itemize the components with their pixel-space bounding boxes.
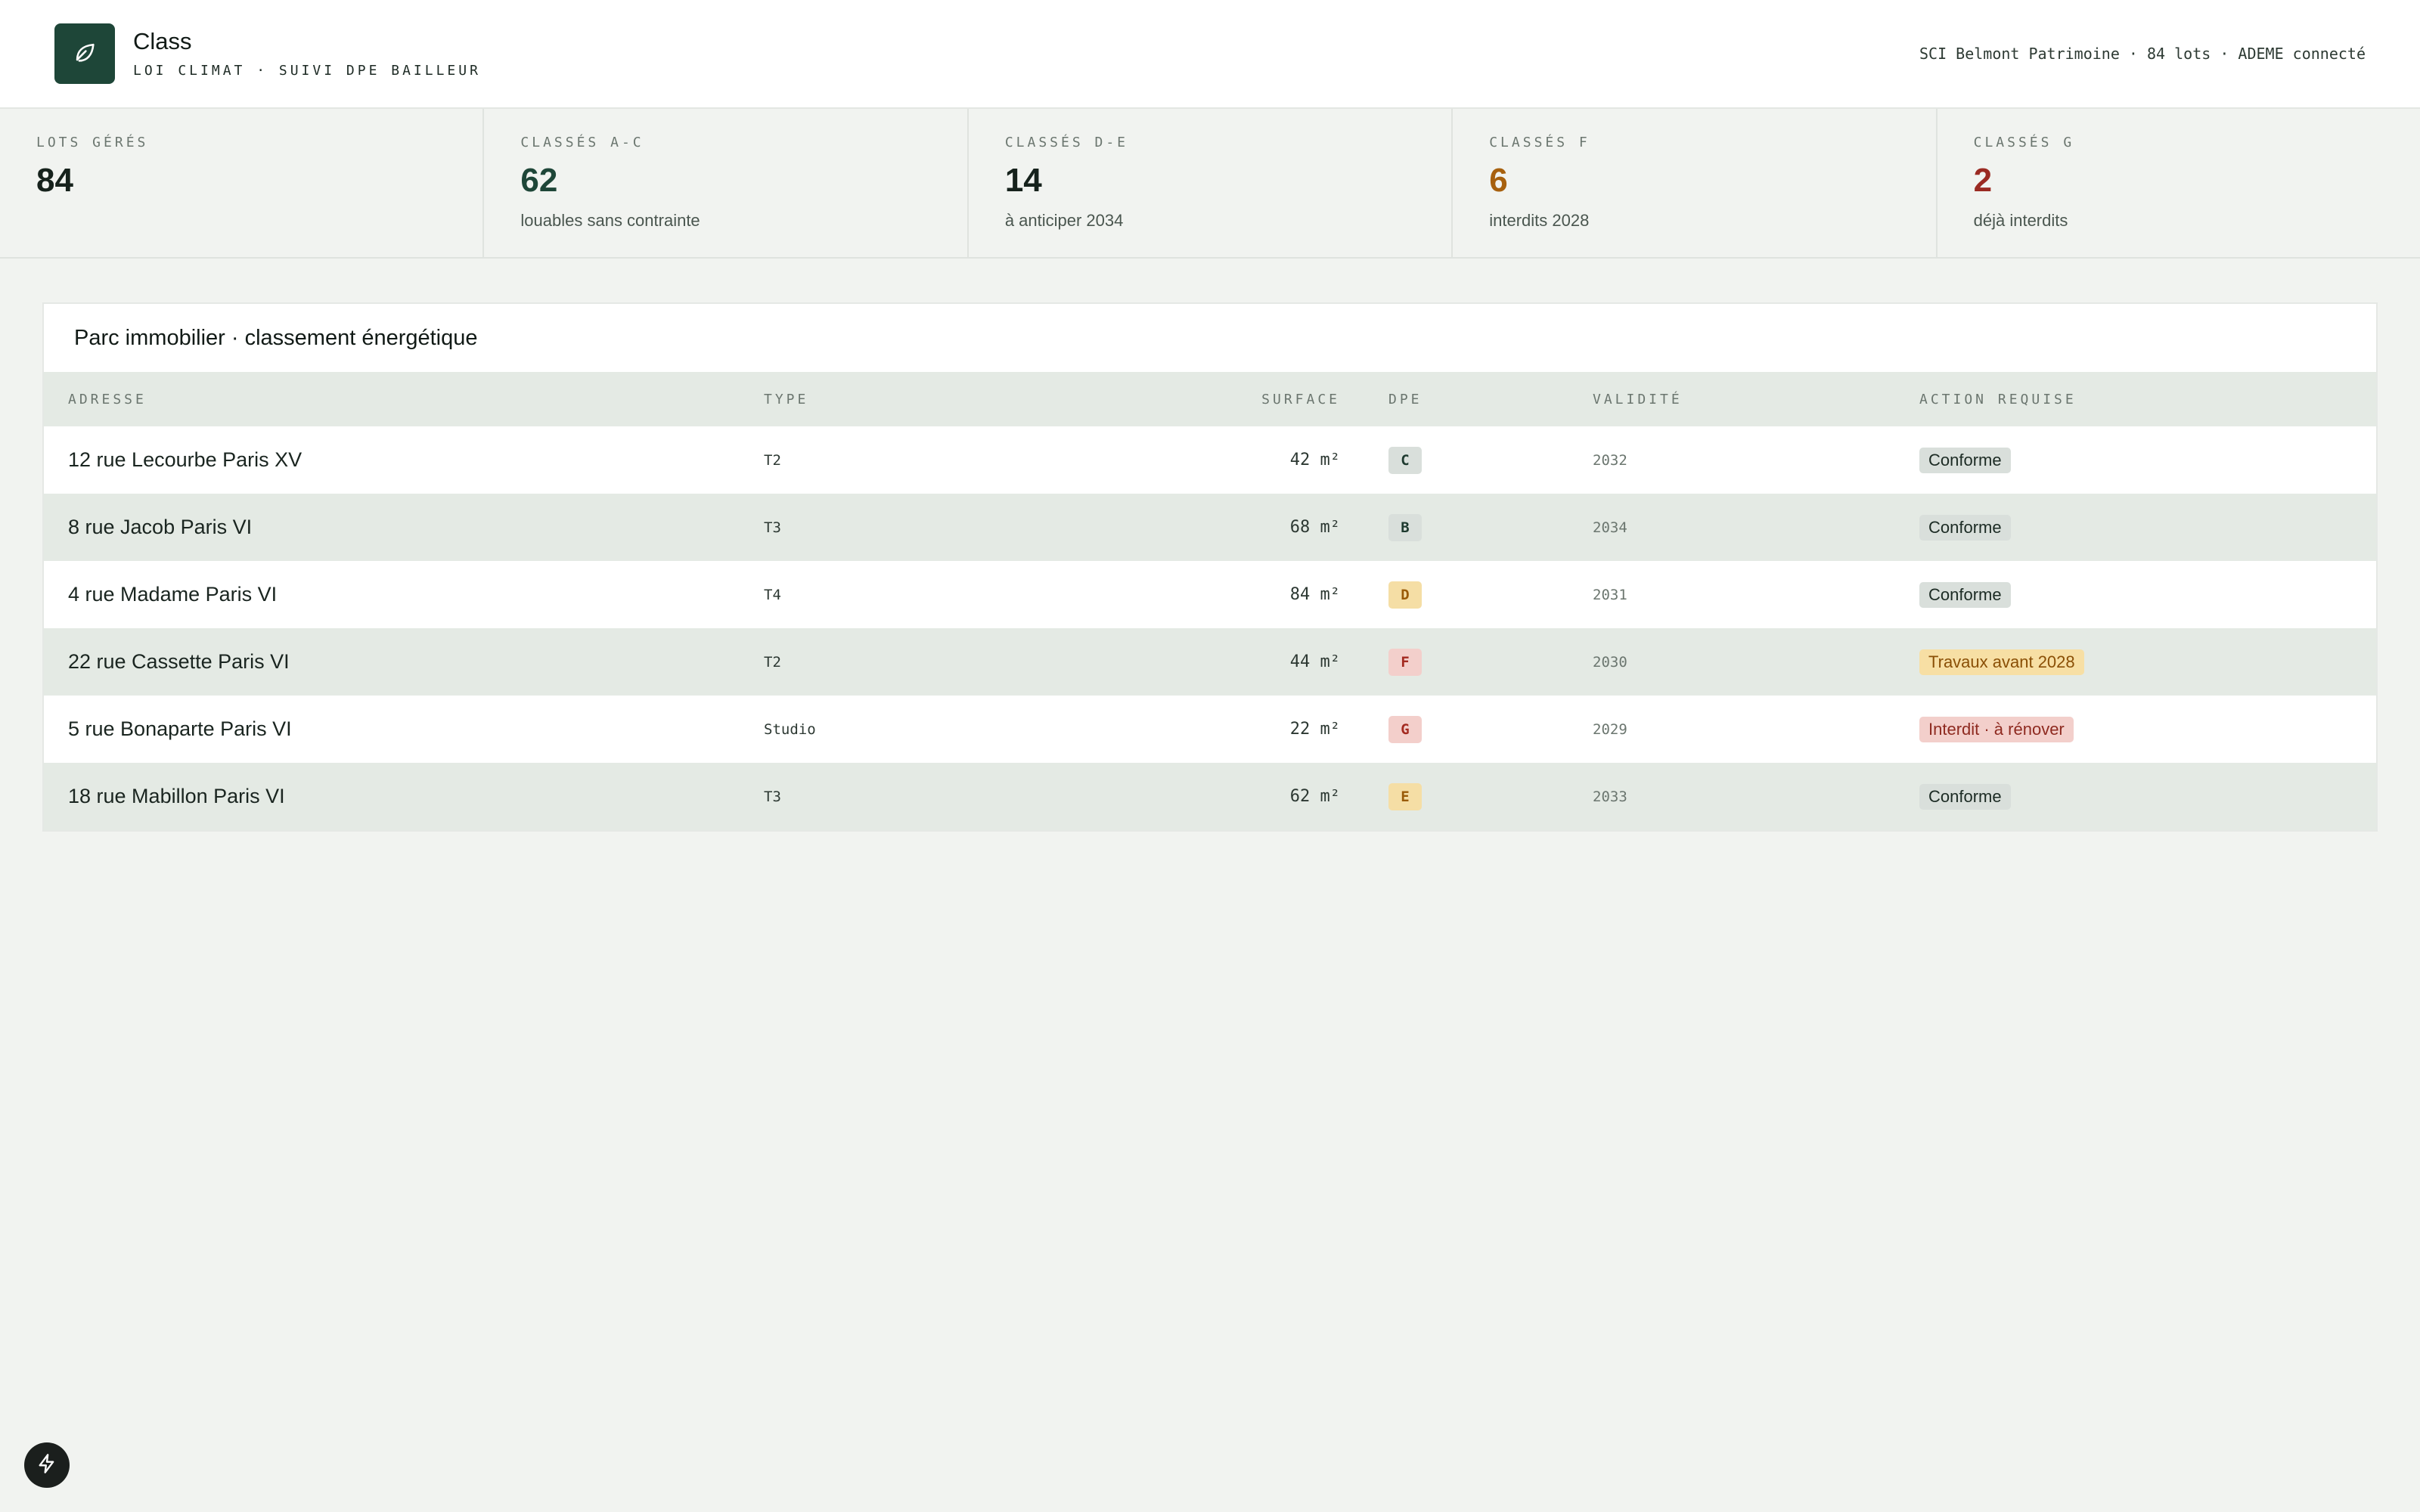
- top-bar: Class LOI CLIMAT · SUIVI DPE BAILLEUR SC…: [0, 0, 2420, 109]
- row-surface: 42 m²: [1289, 451, 1340, 469]
- action-badge: Travaux avant 2028: [1919, 649, 2084, 675]
- property-table: ADRESSE TYPE SURFACE DPE VALIDITÉ ACTION…: [44, 372, 2376, 830]
- dpe-badge: C: [1388, 446, 1422, 474]
- stat-value: 2: [1973, 162, 1993, 199]
- row-surface: 22 m²: [1289, 720, 1340, 739]
- row-validity: 2030: [1593, 653, 1627, 671]
- action-badge: Conforme: [1919, 514, 2011, 541]
- action-badge: Interdit · à rénover: [1919, 716, 2074, 742]
- stat-classes-a-c: CLASSÉS A-C 62 louables sans contrainte: [484, 109, 969, 257]
- account-info: SCI Belmont Patrimoine · 84 lots · ADEME…: [1919, 45, 2366, 63]
- table-row[interactable]: 18 rue Mabillon Paris VI T3 62 m² E 2033…: [44, 763, 2376, 830]
- dpe-badge: E: [1388, 782, 1422, 810]
- stat-sub: à anticiper 2034: [1004, 211, 1124, 230]
- stats-strip: LOTS GÉRÉS 84 CLASSÉS A-C 62 louables sa…: [0, 109, 2420, 259]
- stat-label: CLASSÉS F: [1489, 135, 1590, 150]
- column-header-adresse[interactable]: ADRESSE: [44, 372, 764, 426]
- row-type: T4: [764, 586, 781, 603]
- dpe-badge: G: [1388, 715, 1422, 743]
- column-header-validite[interactable]: VALIDITÉ: [1593, 372, 1919, 426]
- dpe-badge: F: [1388, 648, 1422, 676]
- row-surface: 84 m²: [1289, 585, 1340, 604]
- action-badge: Conforme: [1919, 581, 2011, 608]
- brand: Class LOI CLIMAT · SUIVI DPE BAILLEUR: [133, 28, 481, 79]
- row-address: 18 rue Mabillon Paris VI: [68, 785, 285, 807]
- column-header-action[interactable]: ACTION REQUISE: [1919, 372, 2376, 426]
- row-validity: 2033: [1593, 788, 1627, 805]
- column-header-surface[interactable]: SURFACE: [1180, 372, 1340, 426]
- stat-sub: interdits 2028: [1489, 211, 1590, 230]
- row-address: 8 rue Jacob Paris VI: [68, 516, 253, 538]
- stat-value: 62: [520, 162, 558, 199]
- table-row[interactable]: 12 rue Lecourbe Paris XV T2 42 m² C 2032…: [44, 426, 2376, 494]
- row-surface: 68 m²: [1289, 518, 1340, 537]
- row-surface: 62 m²: [1289, 787, 1340, 806]
- dpe-badge: D: [1388, 581, 1422, 609]
- quick-action-button[interactable]: [24, 1442, 70, 1488]
- row-validity: 2031: [1593, 586, 1627, 603]
- stat-label: CLASSÉS D-E: [1004, 135, 1129, 150]
- property-card: Parc immobilier · classement énergétique…: [42, 302, 2378, 832]
- column-header-dpe[interactable]: DPE: [1340, 372, 1593, 426]
- stat-classes-g: CLASSÉS G 2 déjà interdits: [1938, 109, 2420, 257]
- row-surface: 44 m²: [1289, 652, 1340, 671]
- stat-lots-geres: LOTS GÉRÉS 84: [0, 109, 485, 257]
- row-type: T3: [764, 788, 781, 805]
- row-type: T2: [764, 653, 781, 671]
- row-type: T3: [764, 519, 781, 536]
- row-type: Studio: [764, 720, 816, 738]
- row-validity: 2029: [1593, 720, 1627, 738]
- stat-value: 14: [1004, 162, 1042, 199]
- stat-sub: déjà interdits: [1973, 211, 2068, 230]
- table-row[interactable]: 5 rue Bonaparte Paris VI Studio 22 m² G …: [44, 696, 2376, 763]
- row-address: 22 rue Cassette Paris VI: [68, 650, 290, 673]
- stat-classes-d-e: CLASSÉS D-E 14 à anticiper 2034: [969, 109, 1454, 257]
- bolt-icon: [36, 1453, 57, 1478]
- stat-label: CLASSÉS A-C: [520, 135, 644, 150]
- stat-sub: louables sans contrainte: [520, 211, 700, 230]
- column-header-type[interactable]: TYPE: [764, 372, 1180, 426]
- action-badge: Conforme: [1919, 447, 2011, 473]
- card-title: Parc immobilier · classement énergétique: [74, 325, 478, 350]
- leaf-icon: [72, 39, 98, 69]
- row-validity: 2032: [1593, 451, 1627, 469]
- app-logo[interactable]: [54, 23, 115, 84]
- stat-value: 84: [36, 162, 73, 199]
- row-address: 4 rue Madame Paris VI: [68, 583, 278, 606]
- app-tagline: LOI CLIMAT · SUIVI DPE BAILLEUR: [133, 62, 481, 79]
- table-header-row: ADRESSE TYPE SURFACE DPE VALIDITÉ ACTION…: [44, 372, 2376, 426]
- table-row[interactable]: 22 rue Cassette Paris VI T2 44 m² F 2030…: [44, 628, 2376, 696]
- row-validity: 2034: [1593, 519, 1627, 536]
- dpe-badge: B: [1388, 513, 1422, 541]
- stat-value: 6: [1489, 162, 1508, 199]
- stat-label: CLASSÉS G: [1973, 135, 2075, 150]
- row-address: 12 rue Lecourbe Paris XV: [68, 448, 302, 471]
- table-row[interactable]: 4 rue Madame Paris VI T4 84 m² D 2031 Co…: [44, 561, 2376, 628]
- row-address: 5 rue Bonaparte Paris VI: [68, 717, 292, 740]
- app-name: Class: [133, 28, 192, 55]
- stat-label: LOTS GÉRÉS: [36, 135, 149, 150]
- row-type: T2: [764, 451, 781, 469]
- table-row[interactable]: 8 rue Jacob Paris VI T3 68 m² B 2034 Con…: [44, 494, 2376, 561]
- stat-classes-f: CLASSÉS F 6 interdits 2028: [1453, 109, 1938, 257]
- action-badge: Conforme: [1919, 783, 2011, 810]
